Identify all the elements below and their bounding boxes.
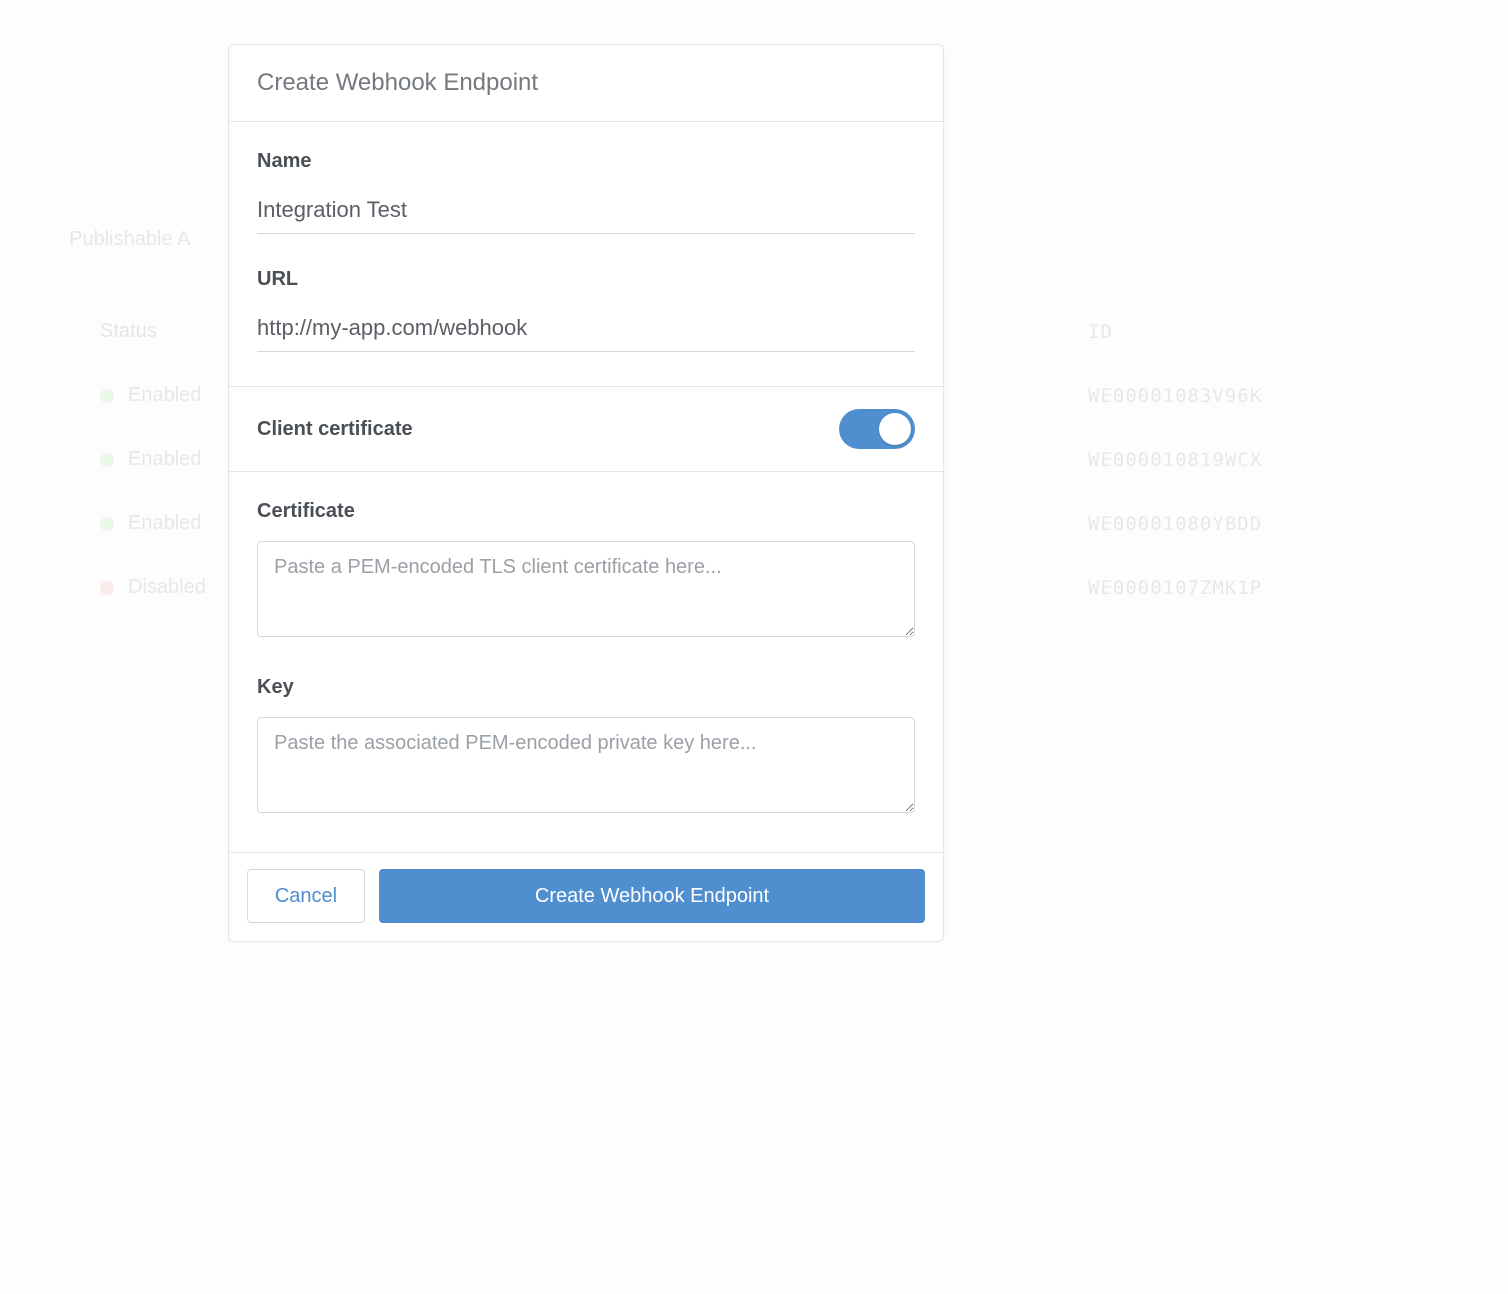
create-webhook-modal: Create Webhook Endpoint Name URL Client … (228, 44, 944, 942)
modal-title: Create Webhook Endpoint (257, 69, 915, 97)
key-textarea[interactable] (257, 717, 915, 813)
modal-footer: Cancel Create Webhook Endpoint (229, 853, 943, 941)
url-label: URL (257, 268, 915, 291)
certificate-textarea[interactable] (257, 541, 915, 637)
modal-cert-section: Certificate Key (229, 472, 943, 853)
name-input[interactable] (257, 191, 915, 234)
cancel-button[interactable]: Cancel (247, 869, 365, 923)
client-cert-toggle-row: Client certificate (229, 387, 943, 472)
toggle-knob-icon (879, 413, 911, 445)
key-label: Key (257, 676, 915, 699)
client-cert-toggle[interactable] (839, 409, 915, 449)
modal-header: Create Webhook Endpoint (229, 45, 943, 122)
name-label: Name (257, 150, 915, 173)
certificate-label: Certificate (257, 500, 915, 523)
create-webhook-button[interactable]: Create Webhook Endpoint (379, 869, 925, 923)
client-cert-label: Client certificate (257, 418, 413, 441)
url-input[interactable] (257, 309, 915, 352)
modal-basic-section: Name URL (229, 122, 943, 387)
